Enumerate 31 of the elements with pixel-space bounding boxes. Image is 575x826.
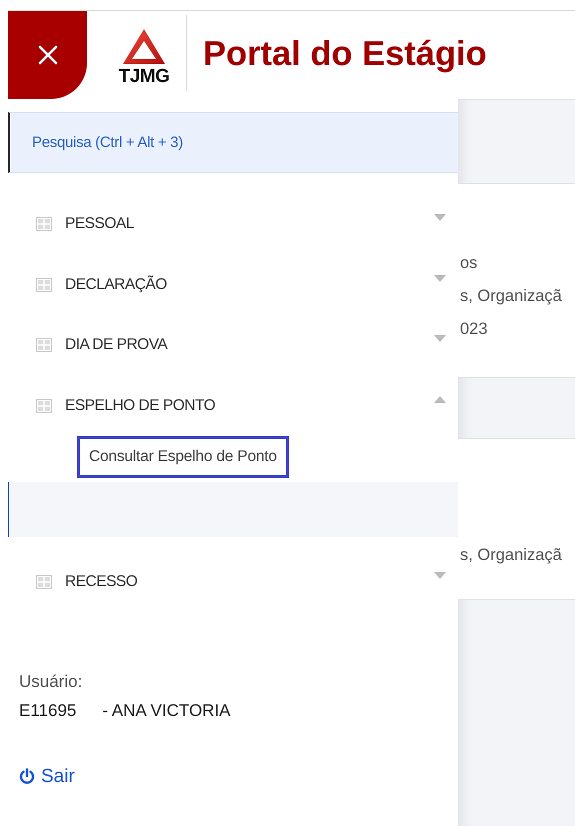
search-label: Pesquisa (Ctrl + Alt + 3)	[32, 134, 183, 151]
user-label: Usuário:	[19, 672, 84, 692]
close-icon	[38, 44, 58, 64]
power-icon	[19, 768, 35, 786]
card-text: 023	[460, 319, 489, 340]
page-title: Portal do Estágio	[203, 35, 487, 74]
menu-item[interactable]: PESSOAL	[8, 194, 458, 254]
menu-item[interactable]: ESPELHO DE PONTO	[8, 376, 458, 436]
menu-label: DIA DE PROVA	[65, 336, 168, 354]
menu-label: RECESSO	[65, 573, 138, 592]
card-text: s, Organizaçã	[460, 545, 563, 566]
menu-item[interactable]: DECLARAÇÃO	[8, 254, 458, 315]
card-text: s, Organizaçã	[460, 286, 563, 307]
table-icon	[36, 338, 52, 352]
menu-label: DECLARAÇÃO	[65, 276, 168, 294]
menu-label: PESSOAL	[65, 215, 135, 234]
logo-text: TJMG	[118, 66, 170, 88]
menu-item[interactable]: RECESSO	[8, 552, 458, 612]
submenu-item[interactable]: Consultar Espelho de Ponto	[77, 436, 289, 478]
user-name: - ANA VICTORIA	[102, 700, 231, 720]
table-icon	[36, 398, 52, 413]
logout-link[interactable]: Sair	[19, 766, 75, 788]
search-bar[interactable]: Pesquisa (Ctrl + Alt + 3)	[8, 112, 458, 173]
user-id: E11695	[19, 700, 76, 720]
table-icon	[36, 278, 52, 292]
table-icon	[36, 575, 52, 590]
card-text: os	[460, 253, 478, 274]
table-icon	[36, 217, 52, 232]
menu-item[interactable]: DIA DE PROVA	[8, 315, 458, 376]
close-button[interactable]	[8, 10, 87, 99]
menu-label: ESPELHO DE PONTO	[65, 396, 216, 415]
